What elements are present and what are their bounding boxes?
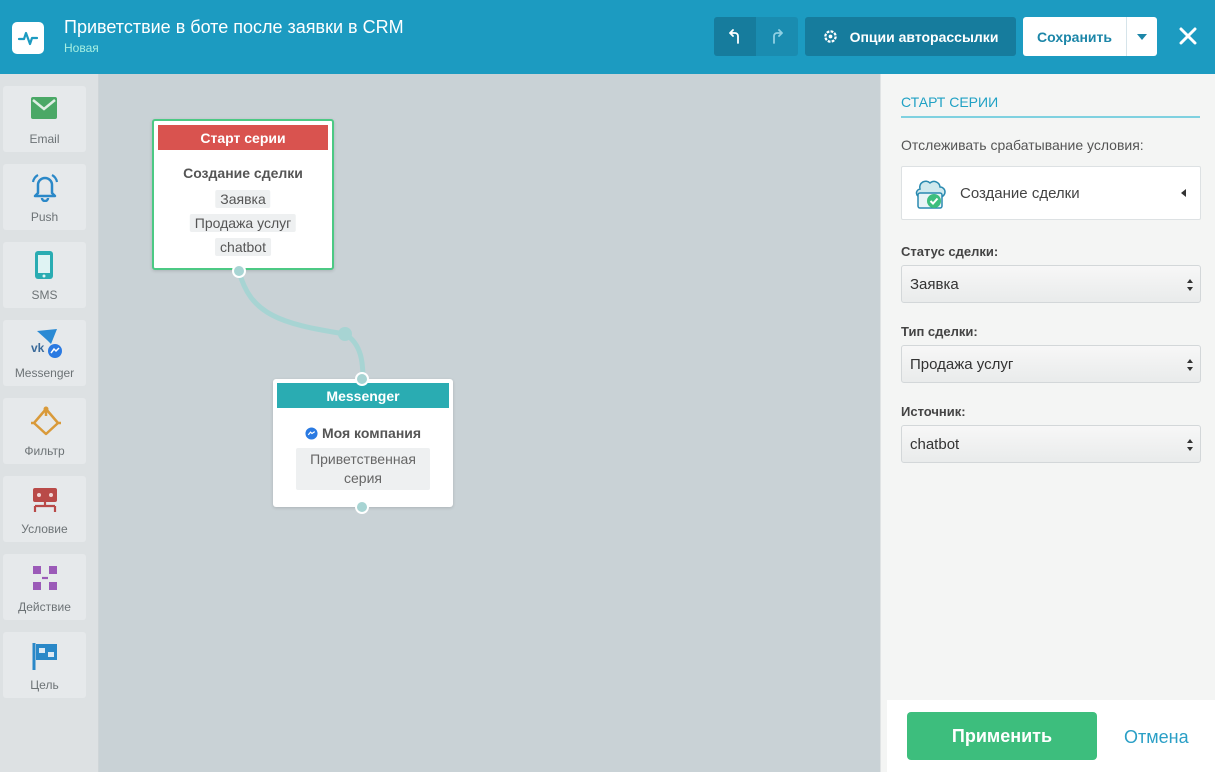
tool-label: Фильтр [24, 444, 65, 458]
deal-type-select[interactable]: Продажа услуг [901, 345, 1201, 383]
status-label: Статус сделки: [901, 244, 999, 259]
save-button[interactable]: Сохранить [1023, 17, 1126, 56]
redo-icon [773, 28, 783, 44]
tool-label: Действие [18, 600, 71, 614]
select-value: chatbot [910, 436, 960, 453]
messenger-icon [305, 426, 318, 440]
node-header: Старт серии [158, 125, 328, 150]
tool-label: Цель [30, 678, 59, 692]
app-logo-icon[interactable] [12, 22, 44, 54]
track-label: Отслеживать срабатывание условия: [901, 137, 1144, 153]
tool-sms[interactable]: SMS [3, 242, 86, 308]
tool-filter[interactable]: Фильтр [3, 398, 86, 464]
tool-goal[interactable]: Цель [3, 632, 86, 698]
company-name: Моя компания [321, 425, 422, 441]
tool-messenger[interactable]: vk Messenger [3, 320, 86, 386]
close-icon [1179, 27, 1197, 45]
tool-label: Push [30, 210, 59, 224]
caret-left-icon [1181, 189, 1186, 197]
input-port[interactable] [355, 372, 369, 386]
autosend-options-label: Опции авторассылки [849, 28, 999, 45]
undo-icon [729, 28, 739, 44]
tool-label: Условие [21, 522, 68, 536]
select-arrows-icon [1187, 359, 1193, 371]
deal-created-icon [915, 180, 946, 209]
status-label: Новая [64, 41, 99, 55]
save-dropdown-button[interactable] [1126, 17, 1157, 56]
source-label: Источник: [901, 404, 966, 419]
condition-icon [33, 488, 57, 512]
filter-icon [31, 406, 61, 436]
cancel-link[interactable]: Отмена [1124, 727, 1189, 748]
action-icon [33, 566, 57, 590]
select-arrows-icon [1187, 279, 1193, 291]
tool-email[interactable]: Email [3, 86, 86, 152]
flag-icon [32, 643, 57, 670]
panel-title: СТАРТ СЕРИИ [901, 94, 1200, 118]
gear-icon [823, 30, 837, 43]
node-subtitle: Создание сделки [183, 165, 303, 181]
settings-panel: СТАРТ СЕРИИ Отслеживать срабатывание усл… [880, 74, 1215, 772]
select-value: Продажа услуг [910, 356, 1014, 373]
start-series-node[interactable]: Старт серии Создание сделки Заявка Прода… [152, 119, 334, 270]
caret-down-icon [1137, 33, 1147, 40]
workflow-canvas[interactable]: Старт серии Создание сделки Заявка Прода… [100, 74, 880, 772]
page-title: Приветствие в боте после заявки в CRM [64, 17, 404, 37]
node-header: Messenger [277, 383, 449, 408]
panel-footer: Применить Отмена [887, 700, 1215, 772]
tool-label: Email [29, 132, 60, 146]
node-company: Моя компания [273, 425, 453, 441]
node-chip: Продажа услуг [189, 214, 297, 232]
output-port[interactable] [232, 264, 246, 278]
tool-condition[interactable]: Условие [3, 476, 86, 542]
tool-action[interactable]: Действие [3, 554, 86, 620]
tool-label: SMS [31, 288, 58, 302]
tool-label: Messenger [14, 366, 75, 380]
email-icon [31, 97, 57, 119]
deal-status-select[interactable]: Заявка [901, 265, 1201, 303]
node-chip: chatbot [215, 238, 271, 256]
bell-icon [31, 174, 59, 202]
messenger-icon: vk [31, 329, 62, 358]
svg-text:vk: vk [31, 341, 45, 355]
phone-icon [35, 251, 53, 279]
undo-button[interactable] [714, 17, 756, 56]
type-label: Тип сделки: [901, 324, 978, 339]
node-chip: Заявка [215, 190, 271, 208]
tool-push[interactable]: Push [3, 164, 86, 230]
apply-button[interactable]: Применить [907, 712, 1097, 760]
tool-sidebar: Email Push SMS vk Messenger Фильтр Услов… [0, 74, 99, 772]
output-port[interactable] [355, 500, 369, 514]
trigger-select[interactable]: Создание сделки [901, 166, 1201, 220]
redo-button[interactable] [756, 17, 798, 56]
node-chip: Приветственная серия [296, 448, 430, 490]
trigger-value: Создание сделки [960, 185, 1080, 202]
select-arrows-icon [1187, 439, 1193, 451]
autosend-options-button[interactable]: Опции авторассылки [805, 17, 1016, 56]
header-bar: Приветствие в боте после заявки в CRM Но… [0, 0, 1215, 74]
select-value: Заявка [910, 276, 959, 293]
close-button[interactable] [1174, 22, 1202, 50]
messenger-node[interactable]: Messenger Моя компания Приветственная се… [273, 379, 453, 507]
source-select[interactable]: chatbot [901, 425, 1201, 463]
